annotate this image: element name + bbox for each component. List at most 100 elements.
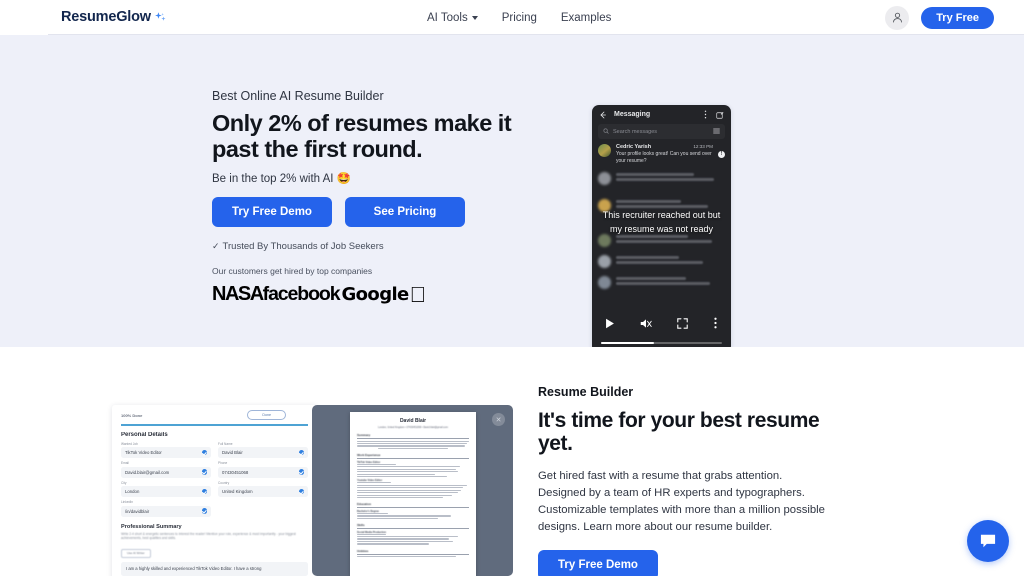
editor-summary-textarea[interactable]: I am a highly skilled and experienced Ti… [121,561,308,576]
message-item[interactable] [592,168,731,189]
hero-try-free-demo-button[interactable]: Try Free Demo [212,197,332,228]
messaging-app-header: Messaging [592,105,731,124]
field-input[interactable]: David Blair [218,447,308,458]
check-circle-icon [201,488,207,495]
hero-subheadline: Be in the top 2% with AI 🤩 [212,173,351,186]
field-value: David.blair@gmail.com [125,469,170,475]
check-circle-icon [201,469,207,475]
resume-section: Summary [357,433,469,450]
field-value: 07430451068 [222,469,249,475]
editor-summary-title: Professional Summary [121,523,182,530]
compose-icon[interactable] [716,106,724,124]
search-messages-field[interactable]: Search messages [598,124,725,139]
nav-try-free-button[interactable]: Try Free [921,6,994,29]
hero-trust-text: Trusted By Thousands of Job Seekers [222,241,384,253]
section-headline: It's time for your best resume yet. [538,409,820,456]
editor-done-button[interactable]: Done [247,410,286,420]
editor-field: City London [121,480,211,497]
more-vertical-icon[interactable] [702,106,709,124]
check-circle-icon [201,449,207,456]
field-label: Country [218,480,230,485]
editor-field: Email David.blair@gmail.com [121,461,211,478]
nav-divider [48,34,1024,35]
editor-progress-row: 100% Done Done [112,405,317,423]
resume-section-title: Education [357,502,371,507]
message-item[interactable]: Cedric Yarish 12:33 PM Your profile look… [592,139,731,168]
field-input[interactable]: David.blair@gmail.com [121,466,211,478]
nav-item-ai-tools[interactable]: AI Tools [427,12,478,24]
unread-badge: ! [718,150,725,158]
nav-item-examples[interactable]: Examples [561,12,612,24]
field-label: Wanted Job [121,441,138,446]
hero-content: Best Online AI Resume Builder Only 2% of… [212,89,512,306]
facebook-logo: facebook [262,283,341,306]
video-caption: This recruiter reached out but my resume… [602,210,721,234]
brand-logo-text: ResumeGlow [61,9,151,25]
field-label: City [121,480,127,485]
volume-muted-icon[interactable] [640,316,652,334]
field-label: LinkedIn [121,500,134,504]
avatar [598,171,611,185]
field-input[interactable]: 07430451068 [218,466,308,478]
avatar [598,144,611,157]
field-value: United Kingdom [222,489,253,494]
editor-ai-writer-button[interactable]: Use AI Writer [121,548,151,558]
fullscreen-icon[interactable] [677,316,688,334]
section-body-text: Get hired fast with a resume that grabs … [538,469,825,534]
user-avatar-icon[interactable] [885,5,910,30]
field-input[interactable]: United Kingdom [218,486,308,497]
hero-headline: Only 2% of resumes make it past the firs… [212,110,512,162]
filter-lines-icon[interactable] [713,128,720,136]
message-item[interactable] [592,272,731,293]
nasa-logo: NASA [212,283,264,306]
field-input[interactable]: TikTok Video Editor [121,447,211,458]
editor-progress-label: 100% Done [121,412,143,418]
nav-item-pricing[interactable]: Pricing [502,12,537,24]
check-circle-icon [298,488,304,495]
video-controls [592,314,731,336]
field-value: TikTok Video Editor [125,450,162,455]
play-icon[interactable] [605,316,615,334]
field-value: David Blair [222,450,243,455]
video-progress-fill [601,341,655,344]
more-vertical-icon[interactable] [713,316,718,334]
resume-section: Skills Social Media Production [357,523,469,545]
editor-field: Phone 07430451068 [218,461,308,478]
resume-preview-screenshot[interactable]: David Blair London, United Kingdom • 074… [312,405,513,576]
message-text: Your profile looks great! Can you send o… [616,151,712,164]
editor-field: Full Name David Blair [218,442,308,458]
hero-customers-text: Our customers get hired by top companies [212,266,373,277]
editor-field: Wanted Job TikTok Video Editor [121,441,211,458]
field-input[interactable]: London [121,486,211,497]
editor-summary-hint: Write 2-4 short & energetic sentences to… [121,531,296,541]
resume-name: David Blair [399,418,427,424]
close-icon[interactable]: ✕ [492,413,505,426]
apple-logo-icon:  [410,283,427,305]
landing-page: ResumeGlow AI Tools Pricing Examples Try… [0,0,1024,576]
hero-video-player[interactable]: Messaging Search messages Cedric Yarish … [592,105,731,353]
hero-eyebrow: Best Online AI Resume Builder [212,89,384,103]
video-progress-bar[interactable] [601,341,722,344]
search-icon [603,128,609,136]
hero-trust-badge: ✓ Trusted By Thousands of Job Seekers [212,241,512,252]
message-item[interactable] [592,251,731,272]
avatar [598,254,611,268]
check-circle-icon [201,508,207,514]
arrow-left-icon[interactable] [599,106,607,124]
field-label: Email [121,461,129,465]
chat-bubble-icon[interactable] [967,520,1009,562]
hero-section: Best Online AI Resume Builder Only 2% of… [0,35,1024,353]
google-logo: Google [341,284,409,306]
resume-editor-screenshot[interactable]: 100% Done Done Personal Details Wanted J… [112,405,317,576]
message-sender-name: Cedric Yarish [616,144,652,150]
field-input[interactable]: /in/davidblair [121,505,211,517]
top-navigation-bar: ResumeGlow AI Tools Pricing Examples Try… [0,0,1024,35]
resume-section: Education Bachelor's Degree [357,502,469,519]
hero-see-pricing-button[interactable]: See Pricing [345,197,465,228]
brand-logo[interactable]: ResumeGlow [61,9,169,25]
hero-button-group: Try Free Demo See Pricing [212,197,512,228]
nav-item-ai-tools-label: AI Tools [427,11,468,24]
resume-builder-copy: Resume Builder It's time for your best r… [538,385,830,576]
field-value: London [125,489,140,494]
section-try-free-demo-button[interactable]: Try Free Demo [538,550,658,576]
